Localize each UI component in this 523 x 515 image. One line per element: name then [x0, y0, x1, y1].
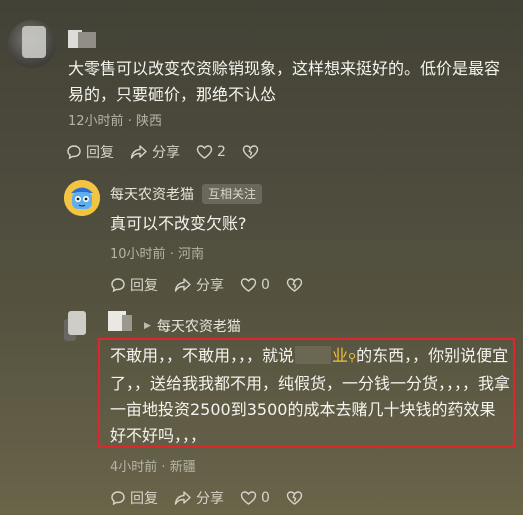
username-redacted[interactable]: [108, 311, 132, 331]
redacted-brand: [295, 346, 332, 364]
reply-time: 4小时前: [110, 460, 158, 475]
like-button[interactable]: 0: [240, 490, 270, 506]
reply-button[interactable]: 回复: [66, 142, 114, 162]
dislike-button[interactable]: [286, 490, 303, 506]
avatar[interactable]: [8, 20, 56, 68]
mutual-follow-badge: 互相关注: [202, 184, 263, 204]
share-label: 分享: [152, 145, 180, 161]
reply-label: 回复: [130, 491, 158, 507]
search-keyword[interactable]: 业: [332, 346, 348, 365]
reply-label: 回复: [130, 278, 158, 294]
reply-time: 10小时前: [110, 247, 166, 262]
reply-to-header: ▶ 每天农资老猫: [144, 316, 241, 336]
comment-time: 12小时前: [68, 114, 124, 129]
reply-to-nickname[interactable]: 每天农资老猫: [157, 316, 241, 336]
share-label: 分享: [196, 491, 224, 507]
reply-to-arrow-icon: ▶: [144, 321, 151, 331]
reply-actions: 回复 分享 0: [110, 275, 303, 295]
share-label: 分享: [196, 278, 224, 294]
comment-actions: 回复 分享 2: [66, 142, 259, 162]
reply-text: 不敢用，，不敢用，，，就说 业⚲的东西，，你别说便宜了，，送给我我都不用，纯假货，…: [110, 343, 510, 449]
share-arrow-icon: [130, 145, 147, 159]
speech-bubble-icon: [67, 145, 81, 160]
comment-meta: 12小时前 · 陕西: [68, 114, 162, 129]
username-redacted[interactable]: [68, 30, 96, 48]
comment-location: 陕西: [135, 114, 162, 129]
reply-actions: 回复 分享 0: [110, 488, 303, 508]
broken-heart-icon: [286, 278, 303, 292]
cartoon-cat-avatar-icon: [64, 180, 100, 216]
like-count: 2: [217, 144, 226, 160]
share-arrow-icon: [174, 491, 191, 505]
share-button[interactable]: 分享: [174, 488, 224, 508]
reply-button[interactable]: 回复: [110, 275, 158, 295]
share-arrow-icon: [174, 278, 191, 292]
dislike-button[interactable]: [286, 277, 303, 293]
like-button[interactable]: 2: [196, 144, 226, 160]
reply-text: 真可以不改变欠账?: [110, 214, 247, 233]
avatar[interactable]: [64, 180, 100, 216]
heart-icon: [240, 278, 257, 292]
dislike-button[interactable]: [242, 144, 259, 160]
like-button[interactable]: 0: [240, 277, 270, 293]
speech-bubble-icon: [111, 491, 125, 506]
heart-icon: [240, 491, 257, 505]
share-button[interactable]: 分享: [174, 275, 224, 295]
reply-button[interactable]: 回复: [110, 488, 158, 508]
share-button[interactable]: 分享: [130, 142, 180, 162]
reply-nickname[interactable]: 每天农资老猫: [110, 184, 194, 204]
reply-location: 河南: [177, 247, 204, 262]
avatar[interactable]: [64, 311, 100, 341]
broken-heart-icon: [286, 491, 303, 505]
search-icon[interactable]: ⚲: [348, 351, 356, 364]
like-count: 0: [261, 490, 270, 506]
like-count: 0: [261, 277, 270, 293]
reply-location: 新疆: [169, 460, 196, 475]
comment-text: 大零售可以改变农资赊销现象，这样想来挺好的。低价是最容易的，只要砸价，那绝不认怂: [68, 59, 501, 104]
reply-meta: 10小时前 · 河南: [110, 247, 204, 262]
broken-heart-icon: [242, 145, 259, 159]
reply-meta: 4小时前 · 新疆: [110, 460, 196, 475]
heart-icon: [196, 145, 213, 159]
reply-header: 每天农资老猫 互相关注: [110, 184, 263, 204]
speech-bubble-icon: [111, 278, 125, 293]
reply-label: 回复: [86, 145, 114, 161]
reply-text-part1: 不敢用，，不敢用，，，就说: [110, 346, 295, 365]
